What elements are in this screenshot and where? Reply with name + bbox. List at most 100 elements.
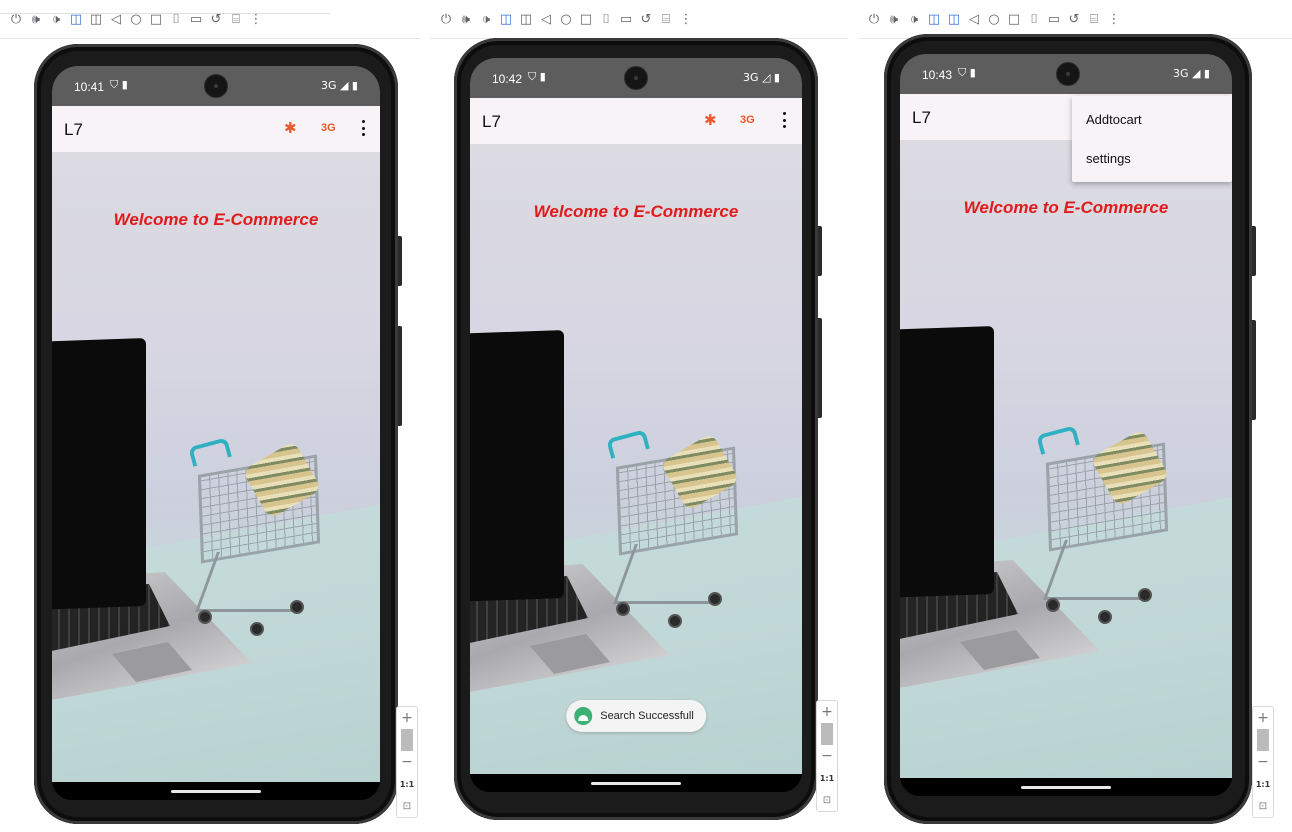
volume-down-icon[interactable]: 🕩 bbox=[478, 12, 494, 28]
actual-size-button[interactable]: 1:1 bbox=[1253, 773, 1273, 795]
app-title: L7 bbox=[912, 108, 931, 127]
actual-size-button[interactable]: 1:1 bbox=[397, 773, 417, 795]
status-network: 3G ◿ ▮ bbox=[742, 71, 780, 84]
app-bar: L7 ✱ 3G bbox=[470, 98, 802, 144]
rotate-left-icon[interactable]: ◫ bbox=[498, 12, 514, 28]
rotate-right-icon[interactable]: ◫ bbox=[518, 12, 534, 28]
toast-text: Search Successfull bbox=[600, 710, 694, 722]
screenshot-icon[interactable]: ⌷ bbox=[1026, 12, 1042, 28]
rotate-right-icon[interactable]: ◫ bbox=[88, 12, 104, 28]
zoom-out-button[interactable]: − bbox=[397, 751, 417, 773]
divider bbox=[0, 38, 420, 39]
record-icon[interactable]: ▭ bbox=[618, 12, 634, 28]
device-frame: 10:42 ⛉ ▮ 3G ◿ ▮ L7 ✱ 3G Welcome to E-Co… bbox=[454, 38, 818, 820]
android-icon bbox=[574, 707, 593, 725]
laptop-screen-image bbox=[900, 326, 994, 598]
camera-cutout bbox=[205, 75, 227, 97]
overview-icon[interactable]: □ bbox=[148, 12, 164, 28]
emulator-panel-2: ⏻ 🕪 🕩 ◫ ◫ ◁ ○ □ ⌷ ▭ ↺ ⌸ ⋮ 10:42 ⛉ ▮ 3G ◿… bbox=[430, 0, 848, 832]
shield-icon: ⛉ ▮ bbox=[528, 70, 546, 83]
zoom-controls: + − 1:1 ⊡ bbox=[1252, 706, 1274, 818]
fold-icon[interactable]: ⌸ bbox=[1086, 12, 1102, 28]
more-icon[interactable]: ⋮ bbox=[1106, 12, 1122, 28]
overview-icon[interactable]: □ bbox=[1006, 12, 1022, 28]
camera-cutout bbox=[625, 67, 647, 89]
overflow-menu-icon[interactable] bbox=[778, 110, 790, 130]
welcome-heading: Welcome to E-Commerce bbox=[533, 202, 739, 221]
volume-up-icon[interactable]: 🕪 bbox=[886, 12, 902, 28]
device-frame: 10:41 ⛉ ▮ 3G ◢ ▮ L7 ✱ 3G Welcome to E-Co… bbox=[34, 44, 398, 824]
zoom-in-button[interactable]: + bbox=[1253, 707, 1273, 729]
rewind-icon[interactable]: ↺ bbox=[1066, 12, 1082, 28]
home-gesture-pill[interactable] bbox=[171, 790, 261, 793]
toast-message: Search Successfull bbox=[566, 700, 706, 732]
divider bbox=[0, 13, 330, 14]
zoom-in-button[interactable]: + bbox=[397, 707, 417, 729]
welcome-heading: Welcome to E-Commerce bbox=[963, 198, 1169, 217]
fit-screen-button[interactable]: ⊡ bbox=[1253, 795, 1273, 817]
gesture-nav-bar bbox=[900, 778, 1232, 796]
gesture-nav-bar bbox=[52, 782, 380, 800]
volume-up-icon[interactable]: 🕪 bbox=[28, 12, 44, 28]
rotate-left-icon[interactable]: ◫ bbox=[926, 12, 942, 28]
shield-icon: ⛉ ▮ bbox=[958, 66, 976, 79]
home-gesture-pill[interactable] bbox=[1021, 786, 1111, 789]
volume-up-icon[interactable]: 🕪 bbox=[458, 12, 474, 28]
shield-icon: ⛉ ▮ bbox=[110, 78, 128, 91]
device-frame: 10:43 ⛉ ▮ 3G ◢ ▮ L7 Addtocart settings W… bbox=[884, 34, 1252, 824]
rewind-icon[interactable]: ↺ bbox=[208, 12, 224, 28]
power-icon[interactable]: ⏻ bbox=[8, 12, 24, 28]
emulator-panel-1: ⏻ 🕪 🕩 ◫ ◫ ◁ ○ □ ⌷ ▭ ↺ ⌸ ⋮ 10:41 ⛉ ▮ 3G ◢… bbox=[0, 0, 420, 832]
network-3g-action[interactable]: 3G bbox=[740, 114, 755, 126]
more-icon[interactable]: ⋮ bbox=[678, 12, 694, 28]
overflow-menu-icon[interactable] bbox=[357, 118, 369, 138]
back-icon[interactable]: ◁ bbox=[538, 12, 554, 28]
fold-icon[interactable]: ⌸ bbox=[228, 12, 244, 28]
record-icon[interactable]: ▭ bbox=[188, 12, 204, 28]
rewind-icon[interactable]: ↺ bbox=[638, 12, 654, 28]
zoom-out-button[interactable]: − bbox=[1253, 751, 1273, 773]
rotate-right-icon[interactable]: ◫ bbox=[946, 12, 962, 28]
home-gesture-pill[interactable] bbox=[591, 782, 681, 785]
status-network: 3G ◢ ▮ bbox=[320, 79, 358, 92]
actual-size-button[interactable]: 1:1 bbox=[817, 767, 837, 789]
content-area: Welcome to E-Commerce bbox=[52, 152, 380, 782]
home-icon[interactable]: ○ bbox=[128, 12, 144, 28]
more-icon[interactable]: ⋮ bbox=[248, 12, 264, 28]
shopping-cart-image bbox=[1036, 425, 1178, 630]
emulator-toolbar: ⏻ 🕪 🕩 ◫ ◫ ◁ ○ □ ⌷ ▭ ↺ ⌸ ⋮ bbox=[866, 10, 1122, 30]
rotate-left-icon[interactable]: ◫ bbox=[68, 12, 84, 28]
menu-item-addtocart[interactable]: Addtocart bbox=[1072, 100, 1232, 139]
zoom-out-button[interactable]: − bbox=[817, 745, 837, 767]
volume-down-icon[interactable]: 🕩 bbox=[48, 12, 64, 28]
status-bar: 10:43 ⛉ ▮ 3G ◢ ▮ bbox=[900, 54, 1232, 94]
network-3g-action[interactable]: 3G bbox=[321, 122, 336, 134]
fit-screen-button[interactable]: ⊡ bbox=[817, 789, 837, 811]
status-bar: 10:41 ⛉ ▮ 3G ◢ ▮ bbox=[52, 66, 380, 106]
power-icon[interactable]: ⏻ bbox=[866, 12, 882, 28]
screenshot-icon[interactable]: ⌷ bbox=[598, 12, 614, 28]
fold-icon[interactable]: ⌸ bbox=[658, 12, 674, 28]
app-bar: L7 ✱ 3G bbox=[52, 106, 380, 152]
device-screen: 10:43 ⛉ ▮ 3G ◢ ▮ L7 Addtocart settings W… bbox=[900, 54, 1232, 796]
menu-item-settings[interactable]: settings bbox=[1072, 139, 1232, 178]
overview-icon[interactable]: □ bbox=[578, 12, 594, 28]
bluetooth-icon[interactable]: ✱ bbox=[704, 111, 717, 129]
overflow-menu: Addtocart settings bbox=[1072, 96, 1232, 182]
zoom-in-button[interactable]: + bbox=[817, 701, 837, 723]
volume-down-icon[interactable]: 🕩 bbox=[906, 12, 922, 28]
status-bar: 10:42 ⛉ ▮ 3G ◿ ▮ bbox=[470, 58, 802, 98]
screenshot-icon[interactable]: ⌷ bbox=[168, 12, 184, 28]
fit-screen-button[interactable]: ⊡ bbox=[397, 795, 417, 817]
power-icon[interactable]: ⏻ bbox=[438, 12, 454, 28]
back-icon[interactable]: ◁ bbox=[966, 12, 982, 28]
home-icon[interactable]: ○ bbox=[558, 12, 574, 28]
bluetooth-icon[interactable]: ✱ bbox=[284, 119, 297, 137]
status-network: 3G ◢ ▮ bbox=[1172, 67, 1210, 80]
gesture-nav-bar bbox=[470, 774, 802, 792]
welcome-heading: Welcome to E-Commerce bbox=[113, 210, 319, 229]
home-icon[interactable]: ○ bbox=[986, 12, 1002, 28]
app-bar: L7 Addtocart settings bbox=[900, 94, 1232, 182]
record-icon[interactable]: ▭ bbox=[1046, 12, 1062, 28]
back-icon[interactable]: ◁ bbox=[108, 12, 124, 28]
